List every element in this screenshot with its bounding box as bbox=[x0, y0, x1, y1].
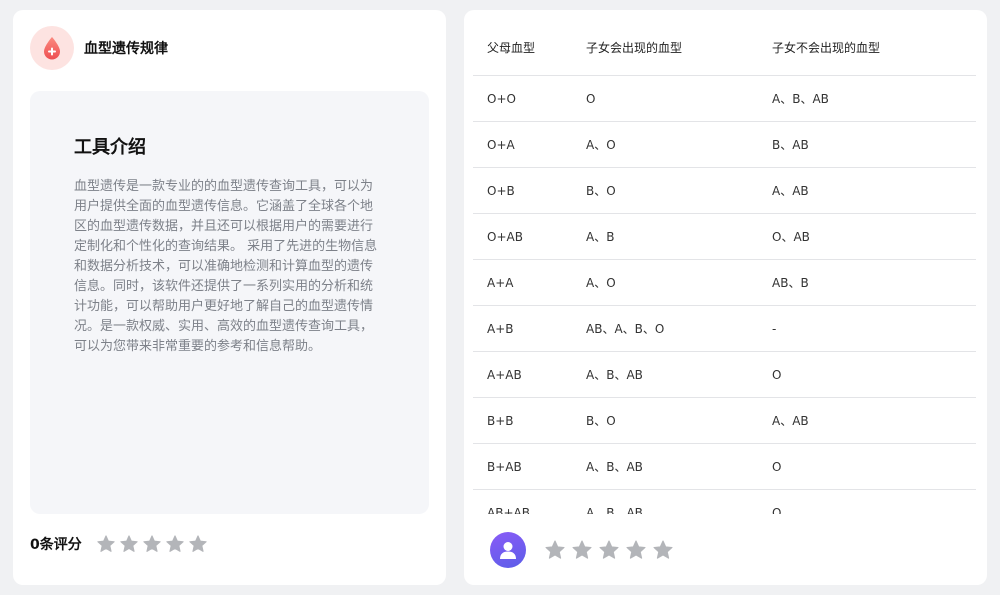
header-possible: 子女会出现的血型 bbox=[586, 41, 683, 55]
table-row: A+B AB、A、B、O - bbox=[473, 306, 976, 352]
cell-parents: A+B bbox=[487, 321, 514, 336]
table-row: AB+AB A、B、AB O bbox=[473, 490, 976, 515]
cell-impossible: A、AB bbox=[772, 414, 809, 428]
star-icon[interactable] bbox=[598, 539, 620, 561]
rating-summary: 0条评分 bbox=[30, 534, 208, 554]
cell-impossible: O bbox=[772, 367, 782, 382]
cell-impossible: B、AB bbox=[772, 138, 809, 152]
cell-possible: A、O bbox=[586, 138, 616, 152]
cell-impossible: AB、B bbox=[772, 276, 809, 290]
cell-impossible: O bbox=[772, 459, 782, 474]
cell-parents: O+AB bbox=[487, 229, 523, 244]
star-icon[interactable] bbox=[625, 539, 647, 561]
cell-parents: AB+AB bbox=[487, 505, 530, 515]
cell-impossible: O bbox=[772, 505, 782, 515]
cell-possible: O bbox=[586, 91, 596, 106]
rating-count: 0条评分 bbox=[30, 537, 82, 553]
table-row: O+A A、O B、AB bbox=[473, 122, 976, 168]
blood-drop-icon bbox=[30, 26, 74, 70]
star-icon bbox=[143, 535, 161, 552]
cell-parents: B+B bbox=[487, 413, 514, 428]
cell-parents: A+A bbox=[487, 275, 514, 290]
cell-possible: A、B、AB bbox=[586, 460, 643, 474]
user-rating-stars[interactable] bbox=[544, 539, 674, 561]
table-row: O+O O A、B、AB bbox=[473, 76, 976, 122]
cell-parents: B+AB bbox=[487, 459, 522, 474]
tool-info-card: 血型遗传规律 工具介绍 血型遗传是一款专业的的血型遗传查询工具，可以为用户提供全… bbox=[13, 10, 446, 585]
app-header: 血型遗传规律 bbox=[30, 26, 168, 70]
star-icon bbox=[166, 535, 184, 552]
header-parents: 父母血型 bbox=[487, 41, 536, 55]
star-icon[interactable] bbox=[544, 539, 566, 561]
cell-impossible: - bbox=[772, 321, 777, 336]
star-icon bbox=[120, 535, 138, 552]
app-title: 血型遗传规律 bbox=[84, 41, 168, 57]
intro-heading: 工具介绍 bbox=[74, 137, 146, 158]
cell-parents: O+B bbox=[487, 183, 515, 198]
cell-parents: O+A bbox=[487, 137, 515, 152]
cell-parents: O+O bbox=[487, 91, 516, 106]
table-body: O+O O A、B、AB O+A A、O B、AB O+B B、O A、AB O+AB A、B O、A… bbox=[473, 76, 976, 514]
intro-description: 血型遗传是一款专业的的血型遗传查询工具，可以为用户提供全面的血型遗传信息。它涵盖… bbox=[74, 179, 378, 354]
cell-possible: B、O bbox=[586, 184, 616, 198]
cell-parents: A+AB bbox=[487, 367, 522, 382]
cell-impossible: A、AB bbox=[772, 184, 809, 198]
table-row: O+AB A、B O、AB bbox=[473, 214, 976, 260]
table-row: B+B B、O A、AB bbox=[473, 398, 976, 444]
star-icon bbox=[97, 535, 115, 552]
blood-type-table-card: 父母血型 子女会出现的血型 子女不会出现的血型 O+O O A、B、AB O+A A、O… bbox=[464, 10, 987, 585]
cell-possible: B、O bbox=[586, 414, 616, 428]
table-row: B+AB A、B、AB O bbox=[473, 444, 976, 490]
blood-type-table[interactable]: 父母血型 子女会出现的血型 子女不会出现的血型 O+O O A、B、AB O+A A、O… bbox=[473, 20, 976, 514]
star-icon bbox=[189, 535, 207, 552]
tool-intro-panel: 工具介绍 血型遗传是一款专业的的血型遗传查询工具，可以为用户提供全面的血型遗传信… bbox=[30, 91, 429, 514]
cell-possible: A、B bbox=[586, 230, 615, 244]
cell-impossible: O、AB bbox=[772, 230, 810, 244]
user-rating-row bbox=[490, 532, 674, 568]
table-row: O+B B、O A、AB bbox=[473, 168, 976, 214]
table-row: A+AB A、B、AB O bbox=[473, 352, 976, 398]
cell-possible: A、B、AB bbox=[586, 368, 643, 382]
cell-possible: AB、A、B、O bbox=[586, 322, 665, 336]
table-row: A+A A、O AB、B bbox=[473, 260, 976, 306]
rating-stars bbox=[96, 534, 208, 554]
star-icon[interactable] bbox=[571, 539, 593, 561]
table-header: 父母血型 子女会出现的血型 子女不会出现的血型 bbox=[473, 20, 976, 76]
cell-possible: A、B、AB bbox=[586, 506, 643, 514]
star-icon[interactable] bbox=[652, 539, 674, 561]
cell-possible: A、O bbox=[586, 276, 616, 290]
header-impossible: 子女不会出现的血型 bbox=[772, 41, 881, 55]
user-avatar-icon[interactable] bbox=[490, 532, 526, 568]
cell-impossible: A、B、AB bbox=[772, 92, 829, 106]
